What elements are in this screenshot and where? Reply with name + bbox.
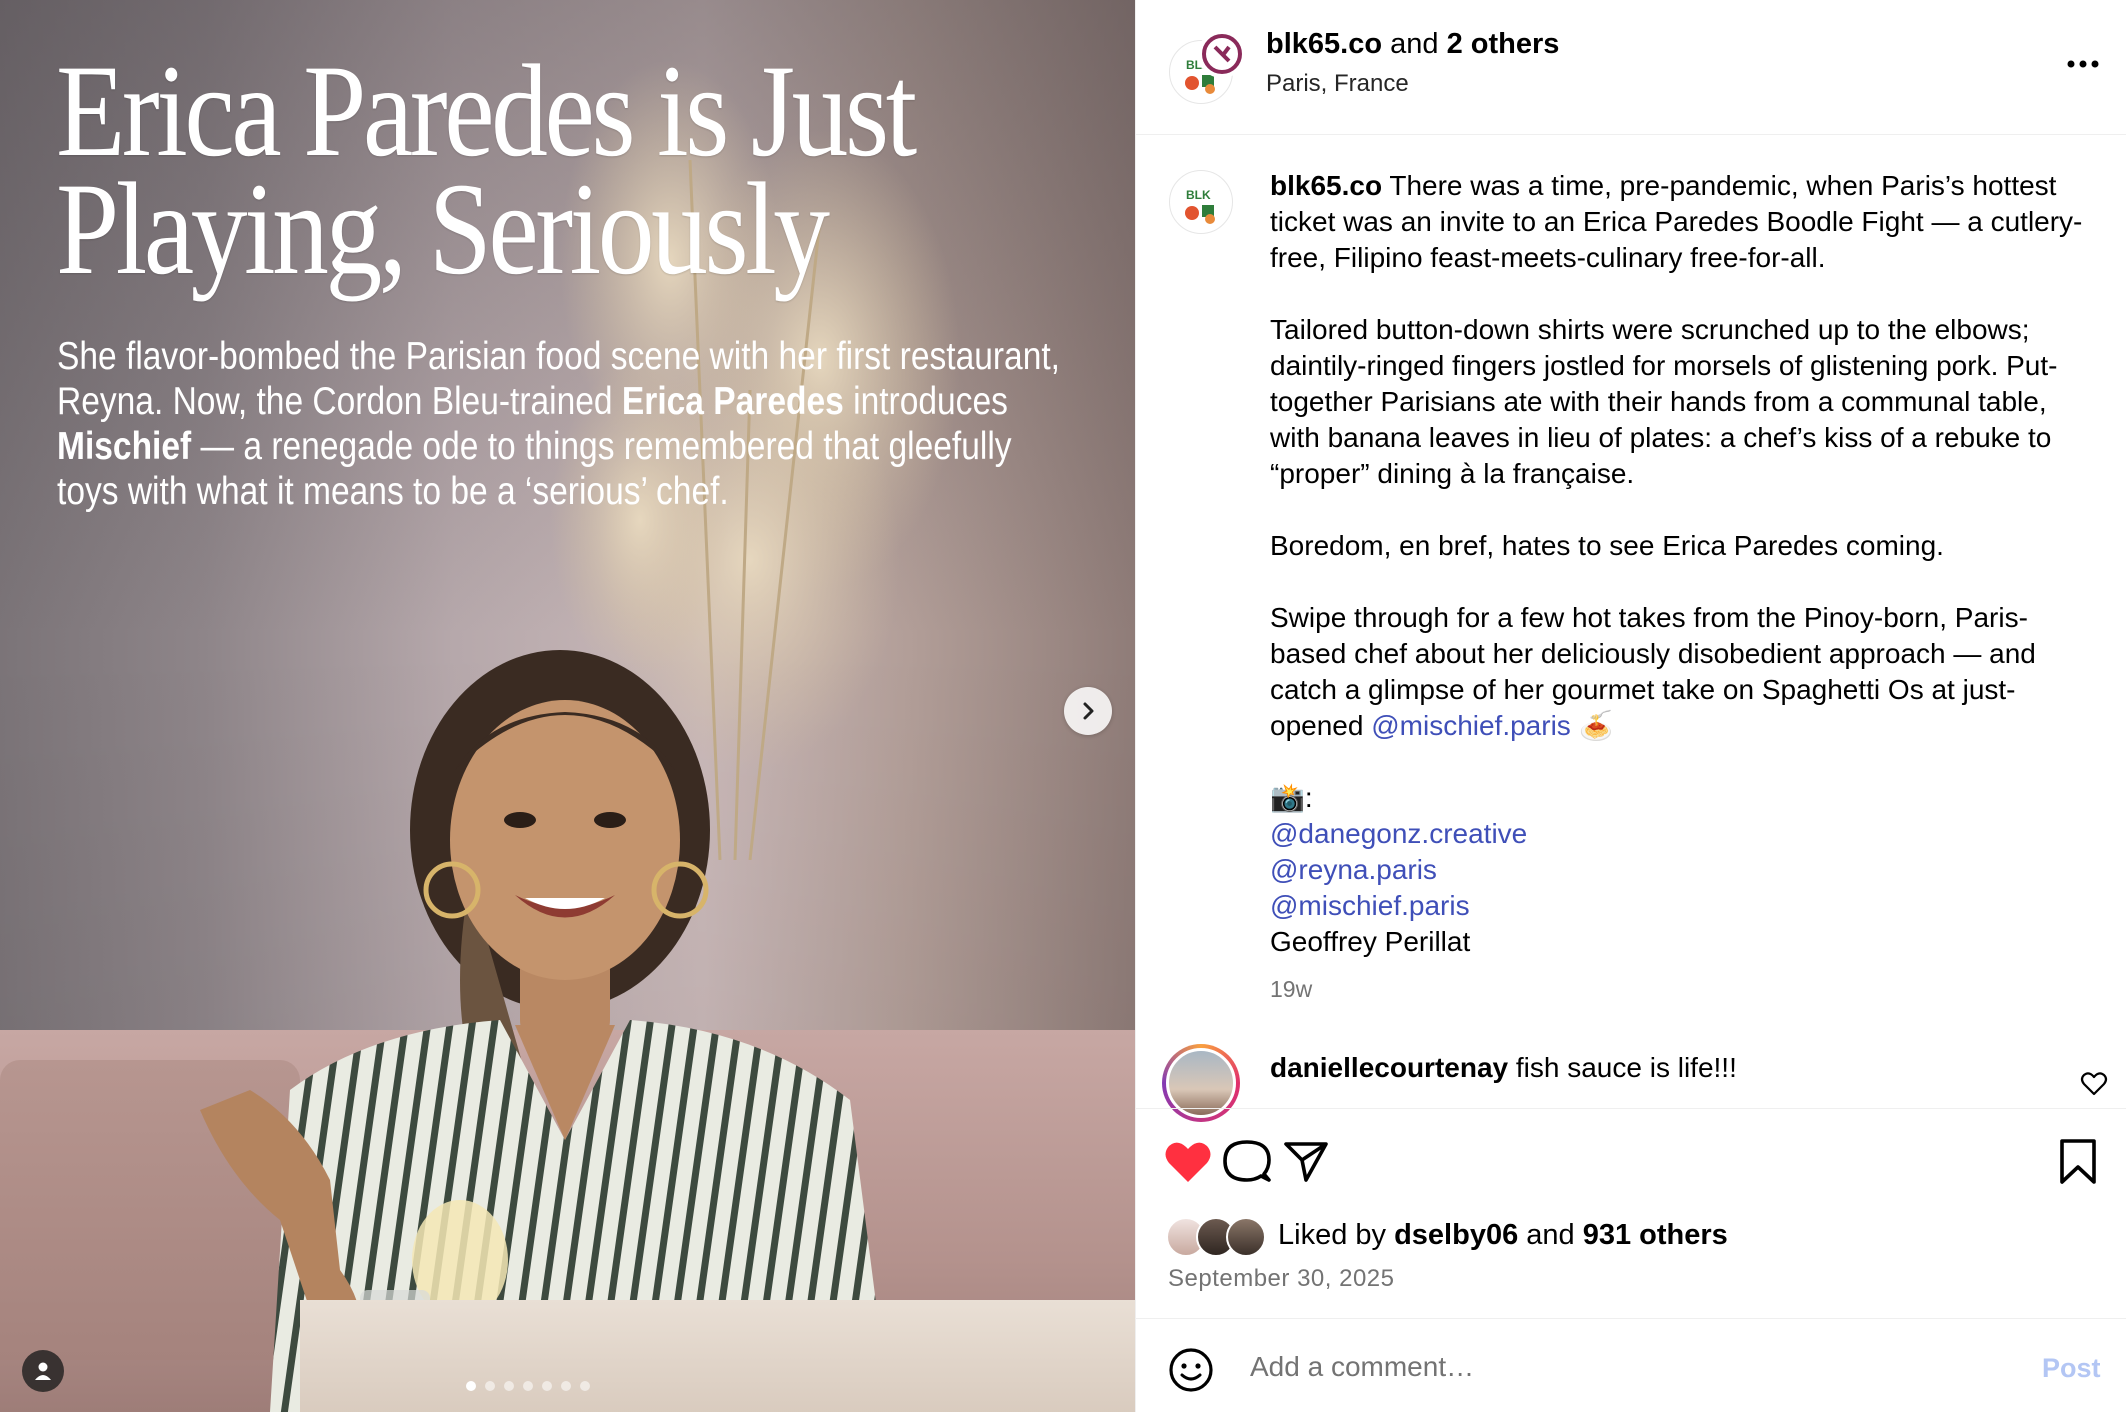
chef-portrait	[200, 650, 890, 1412]
bookmark-icon[interactable]	[2052, 1136, 2104, 1186]
comment-username[interactable]: daniellecourtenay	[1270, 1052, 1508, 1083]
post-details-panel: BLK blk65.co and 2 others Paris, France …	[1135, 0, 2126, 1412]
carousel-dot	[523, 1381, 533, 1391]
next-slide-button[interactable]	[1064, 687, 1112, 735]
photographer-credit: Geoffrey Perillat	[1270, 926, 1471, 957]
svg-text:BLK: BLK	[1186, 188, 1211, 202]
share-icon[interactable]	[1280, 1136, 1332, 1186]
caption-avatar[interactable]: BLK	[1169, 170, 1233, 234]
comment-bar: Post	[1136, 1318, 2126, 1412]
post-caption: blk65.co There was a time, pre-pandemic,…	[1270, 168, 2090, 960]
post-authors[interactable]: blk65.co and 2 others	[1266, 28, 1559, 61]
heart-icon[interactable]	[1162, 1136, 1214, 1186]
post-comment-button[interactable]: Post	[2042, 1353, 2101, 1384]
liker-avatars[interactable]	[1166, 1217, 1276, 1257]
mention-link[interactable]: @mischief.paris	[1371, 710, 1571, 741]
tagged-users-button[interactable]	[22, 1350, 64, 1392]
chevron-right-icon	[1083, 702, 1094, 720]
heart-outline-icon[interactable]	[2080, 1070, 2108, 1096]
credits-label: 📸:	[1270, 782, 1313, 813]
carousel-dot	[504, 1381, 514, 1391]
collaborator-avatar[interactable]	[1198, 30, 1246, 78]
mention-link[interactable]: @danegonz.creative	[1270, 818, 1527, 849]
carousel-dot	[580, 1381, 590, 1391]
collaborator-logo-icon	[1202, 34, 1242, 74]
post-actions: Liked by dselby06 and 931 others Septemb…	[1136, 1108, 2126, 1318]
emoji-icon[interactable]	[1168, 1347, 1214, 1393]
post-media[interactable]: Erica Paredes is Just Playing, Seriously…	[0, 0, 1135, 1412]
blk65-logo-icon: BLK	[1185, 188, 1215, 224]
post-time-ago[interactable]: 19w	[1270, 976, 1312, 1003]
headline: Erica Paredes is Just Playing, Seriously	[56, 37, 917, 302]
more-icon[interactable]	[2061, 52, 2105, 76]
caption-username[interactable]: blk65.co	[1270, 170, 1382, 201]
carousel-dot	[485, 1381, 495, 1391]
liker-avatar	[1226, 1217, 1266, 1257]
likes-summary[interactable]: Liked by dselby06 and 931 others	[1278, 1219, 1728, 1252]
carousel-dot	[542, 1381, 552, 1391]
carousel-indicator	[466, 1381, 590, 1391]
carousel-dot	[561, 1381, 571, 1391]
post-header: BLK blk65.co and 2 others Paris, France	[1136, 0, 2126, 135]
comment: daniellecourtenay fish sauce is life!!!	[1270, 1052, 1737, 1083]
deck-text: She flavor-bombed the Parisian food scen…	[57, 335, 1061, 513]
user-icon	[35, 1362, 51, 1380]
comment-icon[interactable]	[1221, 1136, 1273, 1186]
post-date[interactable]: September 30, 2025	[1168, 1265, 1395, 1293]
table	[300, 1300, 1135, 1412]
mention-link[interactable]: @mischief.paris	[1270, 890, 1470, 921]
carousel-dot	[466, 1381, 476, 1391]
mention-link[interactable]: @reyna.paris	[1270, 854, 1437, 885]
post-location[interactable]: Paris, France	[1266, 70, 1409, 98]
comment-input[interactable]	[1250, 1343, 1970, 1391]
